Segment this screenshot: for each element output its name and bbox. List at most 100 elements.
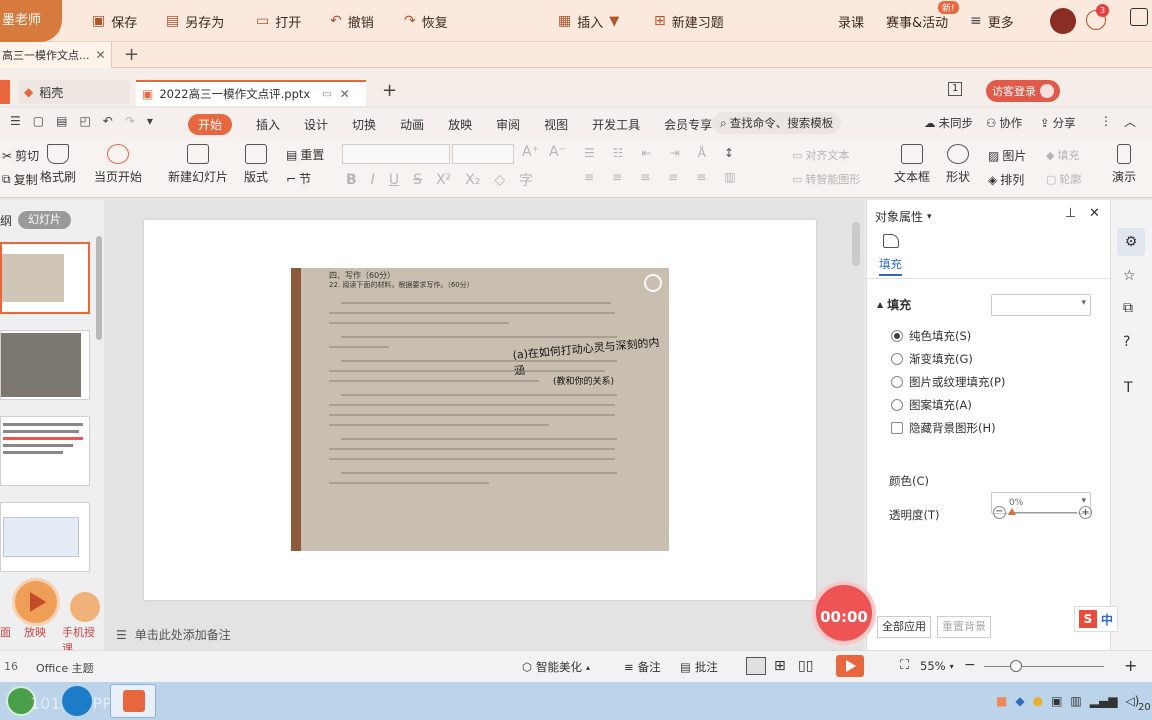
slides-tab[interactable]: 幻灯片 bbox=[18, 211, 71, 229]
save-icon[interactable]: ▢ bbox=[33, 114, 44, 128]
slide-thumbnail[interactable] bbox=[0, 242, 90, 314]
chevron-up-icon[interactable]: ︿ bbox=[1124, 113, 1136, 130]
reset-button[interactable]: ▤ 重置 bbox=[286, 146, 324, 163]
tab-animation[interactable]: 动画 bbox=[400, 116, 424, 133]
apply-all-button[interactable]: 全部应用 bbox=[877, 616, 931, 638]
font-shrink-icon[interactable]: A⁻ bbox=[549, 144, 566, 160]
align-left-icon[interactable]: ≡ bbox=[584, 170, 594, 184]
copy-icon[interactable]: ⧉ bbox=[1123, 300, 1133, 316]
close-icon[interactable]: ✕ bbox=[340, 87, 350, 101]
record-button[interactable]: 录课 bbox=[838, 0, 864, 42]
tab-slideshow[interactable]: 放映 bbox=[448, 116, 472, 133]
present-button[interactable]: 演示 bbox=[1112, 144, 1136, 185]
align-center-icon[interactable]: ≡ bbox=[612, 170, 622, 184]
cut-button[interactable]: ✂ 剪切 bbox=[2, 147, 39, 164]
undo-icon[interactable]: ↶ bbox=[103, 114, 113, 128]
preview-icon[interactable]: ◰ bbox=[79, 114, 90, 128]
print-icon[interactable]: ▤ bbox=[56, 114, 67, 128]
canvas-scrollbar[interactable] bbox=[852, 222, 860, 266]
tray-device-icon[interactable]: ▣ bbox=[1051, 694, 1062, 708]
columns-icon[interactable]: ▥ bbox=[724, 170, 735, 184]
tab-developer[interactable]: 开发工具 bbox=[592, 116, 640, 133]
image-edit-icon[interactable] bbox=[644, 274, 662, 292]
textbox-button[interactable]: 文本框 bbox=[894, 144, 930, 185]
signal-icon[interactable]: ▂▄▆ bbox=[1090, 694, 1118, 708]
align-text-button[interactable]: ▭ 对齐文本 bbox=[792, 147, 849, 163]
radio-solid-fill[interactable]: 纯色填充(S) bbox=[891, 324, 1005, 347]
slideshow-button[interactable] bbox=[836, 655, 864, 677]
chevron-down-icon[interactable]: ▾ bbox=[147, 114, 153, 128]
text-icon[interactable]: T bbox=[1124, 380, 1133, 396]
eraser-icon[interactable]: ◇ bbox=[494, 172, 505, 188]
comments-button[interactable]: ▤ 批注 bbox=[680, 659, 718, 675]
text-direction-icon[interactable]: Å bbox=[698, 146, 706, 160]
grid-view-icon[interactable]: ⊞ bbox=[774, 658, 786, 674]
line-spacing-icon[interactable]: ↕ bbox=[724, 146, 734, 160]
fill-bucket-icon[interactable] bbox=[883, 234, 899, 248]
fit-window-icon[interactable]: ⛶ bbox=[900, 658, 909, 673]
transparency-slider[interactable] bbox=[1009, 512, 1077, 513]
collab-button[interactable]: ⚇ 协作 bbox=[986, 115, 1022, 131]
class-timer[interactable]: 00:00 bbox=[812, 581, 876, 645]
doc-tab[interactable]: 高三一模作文点... ✕ bbox=[0, 42, 112, 68]
more-button[interactable]: ≡ 更多 bbox=[970, 0, 1014, 42]
numbering-icon[interactable]: ☷ bbox=[613, 146, 624, 160]
browser-icon[interactable] bbox=[62, 686, 92, 716]
guest-login-button[interactable]: 访客登录 bbox=[986, 80, 1060, 102]
section-button[interactable]: ⌐ 节 bbox=[286, 170, 311, 187]
tab-view[interactable]: 视图 bbox=[544, 116, 568, 133]
play-label[interactable]: 放映 bbox=[24, 624, 46, 640]
strikethrough-icon[interactable]: S bbox=[413, 172, 422, 188]
new-exercise-button[interactable]: ⊞ 新建习题 bbox=[654, 0, 724, 42]
phonetic-icon[interactable]: 字 bbox=[519, 170, 533, 190]
more-vertical-icon[interactable]: ⋮ bbox=[1100, 114, 1112, 128]
open-button[interactable]: ▭ 打开 bbox=[256, 0, 301, 42]
reading-view-icon[interactable]: ▯▯ bbox=[798, 658, 813, 674]
zoom-select[interactable]: 55% ▾ bbox=[920, 659, 954, 673]
close-icon[interactable]: ✕ bbox=[1089, 206, 1100, 221]
new-tab-plus-icon[interactable]: + bbox=[382, 80, 397, 101]
restore-window-icon[interactable] bbox=[1130, 8, 1148, 26]
smart-beautify-button[interactable]: ⬡ 智能美化 ▴ bbox=[522, 659, 590, 675]
font-grow-icon[interactable]: A⁺ bbox=[522, 144, 539, 160]
not-synced-button[interactable]: ☁ 未同步 bbox=[924, 115, 973, 131]
play-button[interactable] bbox=[12, 578, 60, 626]
avatar[interactable] bbox=[1050, 8, 1076, 34]
tab-member[interactable]: 会员专享 bbox=[664, 116, 712, 133]
tray-battery-icon[interactable]: ▥ bbox=[1070, 694, 1081, 708]
layout-button[interactable]: 版式 bbox=[244, 144, 268, 185]
notes-toggle-button[interactable]: ≡ 备注 bbox=[624, 659, 661, 675]
from-current-button[interactable]: 当页开始 bbox=[94, 144, 142, 185]
properties-icon[interactable]: ⚙ bbox=[1117, 228, 1145, 256]
save-as-button[interactable]: ▤ 另存为 bbox=[166, 0, 224, 42]
underline-icon[interactable]: U bbox=[389, 172, 399, 188]
slide-thumbnail[interactable] bbox=[0, 330, 90, 400]
distribute-icon[interactable]: ≡ bbox=[696, 170, 706, 184]
exam-paper-photo[interactable]: 四、写作（60分） 22. 阅读下面的材料，根据要求写作。（60分） (a)在如… bbox=[291, 268, 669, 551]
slide-thumbnail[interactable] bbox=[0, 502, 90, 572]
star-icon[interactable]: ☆ bbox=[1123, 268, 1136, 284]
notes-area[interactable]: ☰ 单击此处添加备注 bbox=[116, 626, 231, 643]
radio-picture-fill[interactable]: 图片或纹理填充(P) bbox=[891, 370, 1005, 393]
fill-section-header[interactable]: ▲ 填充 bbox=[877, 296, 911, 313]
fill-tab[interactable]: 填充 bbox=[879, 256, 902, 276]
zoom-thumb[interactable] bbox=[1010, 660, 1022, 672]
bullets-icon[interactable]: ☰ bbox=[584, 146, 595, 160]
tab-review[interactable]: 审阅 bbox=[496, 116, 520, 133]
outline-tab[interactable]: 纲 bbox=[0, 212, 12, 229]
bold-icon[interactable]: B bbox=[346, 172, 357, 188]
tab-insert[interactable]: 插入 bbox=[256, 116, 280, 133]
normal-view-icon[interactable] bbox=[746, 657, 766, 675]
slide-thumbnail[interactable] bbox=[0, 416, 90, 486]
pptx-file-tab[interactable]: ▣ 2022高三一模作文点评.pptx ▭ ✕ bbox=[136, 80, 366, 106]
new-slide-button[interactable]: 新建幻灯片 bbox=[168, 144, 228, 185]
ime-indicator[interactable]: S 中 bbox=[1074, 606, 1119, 632]
tray-shield-icon[interactable]: ◆ bbox=[1015, 694, 1024, 708]
copy-button[interactable]: ⧉ 复制 bbox=[2, 171, 38, 188]
color-select[interactable] bbox=[991, 492, 1091, 514]
tray-security-icon[interactable]: ● bbox=[1033, 694, 1043, 708]
redo-icon[interactable]: ↷ bbox=[125, 114, 135, 128]
indent-icon[interactable]: ⇥ bbox=[670, 146, 680, 160]
pin-icon[interactable]: ⊥ bbox=[1065, 206, 1076, 221]
reset-background-button[interactable]: 重置背景 bbox=[937, 616, 991, 638]
